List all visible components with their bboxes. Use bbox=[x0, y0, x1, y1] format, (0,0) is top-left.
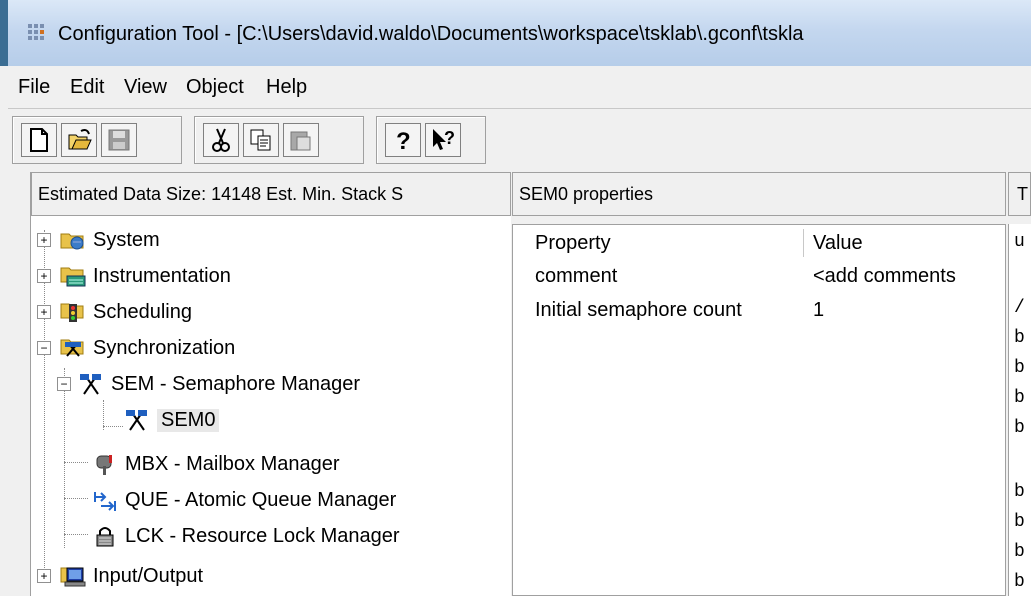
new-file-icon bbox=[30, 128, 48, 152]
toolbar: ? ? bbox=[8, 110, 1031, 170]
computer-icon bbox=[60, 567, 86, 587]
context-help-button[interactable]: ? bbox=[425, 123, 461, 157]
tree-item-synchronization[interactable]: − Synchronization bbox=[37, 332, 235, 364]
svg-text:?: ? bbox=[396, 128, 411, 153]
property-name-cell: Initial semaphore count bbox=[535, 299, 742, 321]
properties-header: SEM0 properties bbox=[512, 172, 1006, 216]
property-name-cell: comment bbox=[535, 265, 618, 287]
save-disk-icon bbox=[108, 129, 130, 151]
menu-bar: File Edit View Object Help bbox=[8, 66, 1031, 109]
scheduling-icon bbox=[60, 303, 84, 322]
tree-item-label: Scheduling bbox=[93, 300, 192, 323]
column-header-property[interactable]: Property bbox=[535, 225, 611, 261]
tree-item-label: SEM - Semaphore Manager bbox=[111, 372, 361, 395]
menu-object[interactable]: Object bbox=[186, 76, 244, 99]
menu-help[interactable]: Help bbox=[266, 76, 307, 99]
collapse-icon[interactable]: − bbox=[57, 377, 71, 391]
paste-button[interactable] bbox=[283, 123, 319, 157]
menu-file[interactable]: File bbox=[18, 76, 50, 99]
help-button[interactable]: ? bbox=[385, 123, 421, 157]
properties-grid: Property Value comment <add comments Ini… bbox=[512, 224, 1006, 596]
tree-item-input-output[interactable]: + Input/Output bbox=[37, 560, 203, 592]
save-button[interactable] bbox=[101, 123, 137, 157]
cut-button[interactable] bbox=[203, 123, 239, 157]
tree-item-sem0[interactable]: SEM0 bbox=[123, 404, 220, 436]
app-icon bbox=[28, 24, 44, 40]
new-file-button[interactable] bbox=[21, 123, 57, 157]
tree-item-label: System bbox=[93, 228, 160, 251]
semaphore-flags-icon bbox=[80, 374, 101, 395]
queue-icon bbox=[94, 492, 116, 511]
column-header-value[interactable]: Value bbox=[813, 225, 863, 261]
tree-item-instrumentation[interactable]: + Instrumentation bbox=[37, 260, 231, 292]
tree-item-scheduling[interactable]: + Scheduling bbox=[37, 296, 192, 328]
estimated-size-header: Estimated Data Size: 14148 Est. Min. Sta… bbox=[31, 172, 511, 216]
lock-icon bbox=[96, 527, 114, 547]
instrumentation-icon bbox=[60, 267, 86, 287]
tree-line bbox=[103, 426, 123, 427]
expand-icon[interactable]: + bbox=[37, 233, 51, 247]
properties-panel: SEM0 properties Property Value comment <… bbox=[512, 172, 1006, 596]
code-line: b bbox=[1014, 482, 1025, 502]
expand-icon[interactable]: + bbox=[37, 569, 51, 583]
tree-item-system[interactable]: + System bbox=[37, 224, 160, 256]
tree-item-label: Instrumentation bbox=[93, 264, 231, 287]
context-help-icon: ? bbox=[433, 128, 455, 150]
help-toolbar-group: ? ? bbox=[376, 116, 486, 164]
code-line: / bbox=[1014, 298, 1025, 318]
tree-item-lck-manager[interactable]: LCK - Resource Lock Manager bbox=[91, 520, 400, 552]
file-toolbar-group bbox=[12, 116, 182, 164]
tree-item-label: LCK - Resource Lock Manager bbox=[125, 524, 400, 547]
system-icon bbox=[60, 233, 84, 250]
tree-item-label: Input/Output bbox=[93, 564, 204, 587]
tree-line bbox=[64, 534, 88, 535]
tree-item-sem-manager[interactable]: − SEM - Semaphore Manager bbox=[57, 368, 360, 400]
code-line: b bbox=[1014, 512, 1025, 532]
tree-item-mbx-manager[interactable]: MBX - Mailbox Manager bbox=[91, 448, 340, 480]
tree-item-label: MBX - Mailbox Manager bbox=[125, 452, 340, 475]
menu-edit[interactable]: Edit bbox=[70, 76, 104, 99]
column-divider[interactable] bbox=[803, 229, 804, 257]
edit-toolbar-group bbox=[194, 116, 364, 164]
tree-item-label: Synchronization bbox=[93, 336, 236, 359]
open-folder-icon bbox=[68, 129, 92, 150]
mailbox-icon bbox=[96, 455, 112, 475]
title-bar: Configuration Tool - [C:\Users\david.wal… bbox=[0, 0, 1031, 66]
synchronization-icon bbox=[60, 339, 84, 357]
code-line: b bbox=[1014, 542, 1025, 562]
property-value-cell[interactable]: <add comments bbox=[813, 265, 956, 288]
semaphore-flags-icon bbox=[126, 410, 147, 431]
tree-line bbox=[64, 462, 88, 463]
tree-line bbox=[64, 498, 88, 499]
copy-icon bbox=[250, 129, 271, 151]
object-tree-panel: Estimated Data Size: 14148 Est. Min. Sta… bbox=[30, 172, 511, 596]
code-line: b bbox=[1014, 358, 1025, 378]
code-line: b bbox=[1014, 572, 1025, 592]
menu-view[interactable]: View bbox=[124, 76, 167, 99]
svg-text:?: ? bbox=[444, 128, 455, 148]
code-line: b bbox=[1014, 388, 1025, 408]
copy-button[interactable] bbox=[243, 123, 279, 157]
collapse-icon[interactable]: − bbox=[37, 341, 51, 355]
expand-icon[interactable]: + bbox=[37, 305, 51, 319]
paste-icon bbox=[290, 131, 311, 151]
cut-icon bbox=[212, 128, 230, 152]
source-panel-header: T bbox=[1008, 172, 1031, 216]
expand-icon[interactable]: + bbox=[37, 269, 51, 283]
code-line: b bbox=[1014, 418, 1025, 438]
tree-item-label: SEM0 bbox=[157, 408, 220, 432]
window-title: Configuration Tool - [C:\Users\david.wal… bbox=[58, 23, 804, 45]
help-icon: ? bbox=[396, 128, 411, 153]
tree-item-que-manager[interactable]: QUE - Atomic Queue Manager bbox=[91, 484, 396, 516]
source-text-area[interactable] bbox=[1008, 224, 1031, 596]
open-button[interactable] bbox=[61, 123, 97, 157]
code-line: b bbox=[1014, 328, 1025, 348]
property-value-cell[interactable]: 1 bbox=[813, 299, 824, 322]
tree-item-label: QUE - Atomic Queue Manager bbox=[125, 488, 397, 511]
code-line: u bbox=[1014, 232, 1025, 252]
